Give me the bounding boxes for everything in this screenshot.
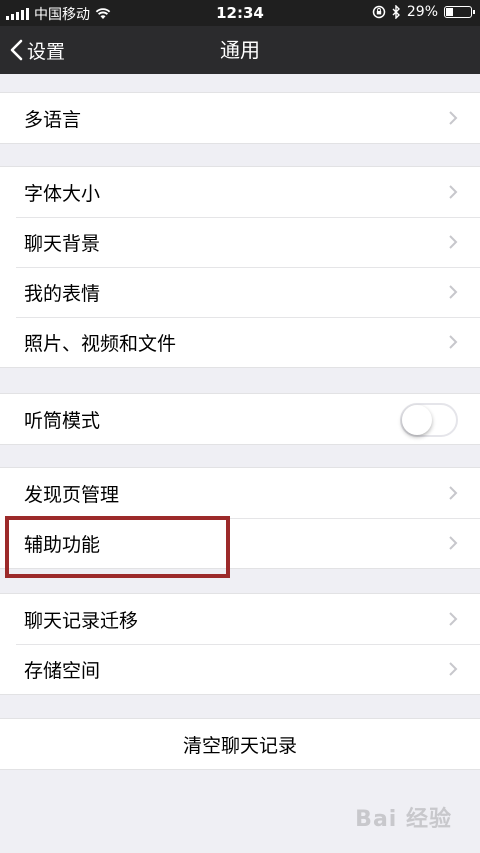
- settings-item-label: 照片、视频和文件: [24, 332, 177, 355]
- orientation-lock-icon: [372, 5, 386, 19]
- settings-item-discover-management[interactable]: 发现页管理: [0, 468, 480, 518]
- settings-item-label: 我的表情: [24, 282, 101, 305]
- chevron-right-icon: [449, 486, 458, 500]
- settings-item-receiver-mode: 听筒模式: [0, 394, 480, 444]
- receiver-mode-toggle[interactable]: [400, 403, 458, 437]
- status-right: 29%: [372, 4, 475, 20]
- chevron-right-icon: [449, 185, 458, 199]
- bluetooth-icon: [392, 5, 400, 19]
- chevron-right-icon: [449, 285, 458, 299]
- settings-item-label: 聊天背景: [24, 232, 101, 255]
- page-title: 通用: [220, 38, 260, 62]
- settings-item-label: 聊天记录迁移: [24, 609, 139, 632]
- settings-item-my-stickers[interactable]: 我的表情: [0, 267, 480, 317]
- chevron-right-icon: [449, 335, 458, 349]
- battery-icon: [444, 6, 475, 18]
- navigation-bar: 设置 通用: [0, 26, 480, 74]
- chevron-right-icon: [449, 111, 458, 125]
- settings-group-receiver: 听筒模式: [0, 393, 480, 445]
- chevron-right-icon: [449, 536, 458, 550]
- settings-group-display: 字体大小 聊天背景 我的表情 照片、视频和文件: [0, 166, 480, 368]
- settings-item-label: 多语言: [24, 108, 82, 131]
- watermark: Bai 经验: [355, 807, 452, 832]
- settings-group-clear: 清空聊天记录: [0, 718, 480, 770]
- settings-item-font-size[interactable]: 字体大小: [0, 167, 480, 217]
- settings-item-chat-migration[interactable]: 聊天记录迁移: [0, 594, 480, 644]
- settings-group-language: 多语言: [0, 92, 480, 144]
- battery-percent: 29%: [406, 4, 438, 20]
- settings-item-language[interactable]: 多语言: [0, 93, 480, 143]
- highlight-box: [5, 516, 230, 578]
- settings-item-media-files[interactable]: 照片、视频和文件: [0, 317, 480, 367]
- settings-item-label: 存储空间: [24, 659, 101, 682]
- chevron-right-icon: [449, 612, 458, 626]
- toggle-knob: [402, 405, 432, 435]
- clear-chat-history-button[interactable]: 清空聊天记录: [0, 719, 480, 769]
- status-bar: 中国移动 12:34 29%: [0, 0, 480, 26]
- clear-chat-history-label: 清空聊天记录: [182, 734, 297, 757]
- settings-group-storage: 聊天记录迁移 存储空间: [0, 593, 480, 695]
- chevron-right-icon: [449, 662, 458, 676]
- settings-item-chat-background[interactable]: 聊天背景: [0, 217, 480, 267]
- settings-item-storage[interactable]: 存储空间: [0, 644, 480, 694]
- settings-item-label: 字体大小: [24, 182, 101, 205]
- settings-item-label: 发现页管理: [24, 483, 120, 506]
- settings-item-label: 听筒模式: [24, 409, 101, 432]
- chevron-right-icon: [449, 235, 458, 249]
